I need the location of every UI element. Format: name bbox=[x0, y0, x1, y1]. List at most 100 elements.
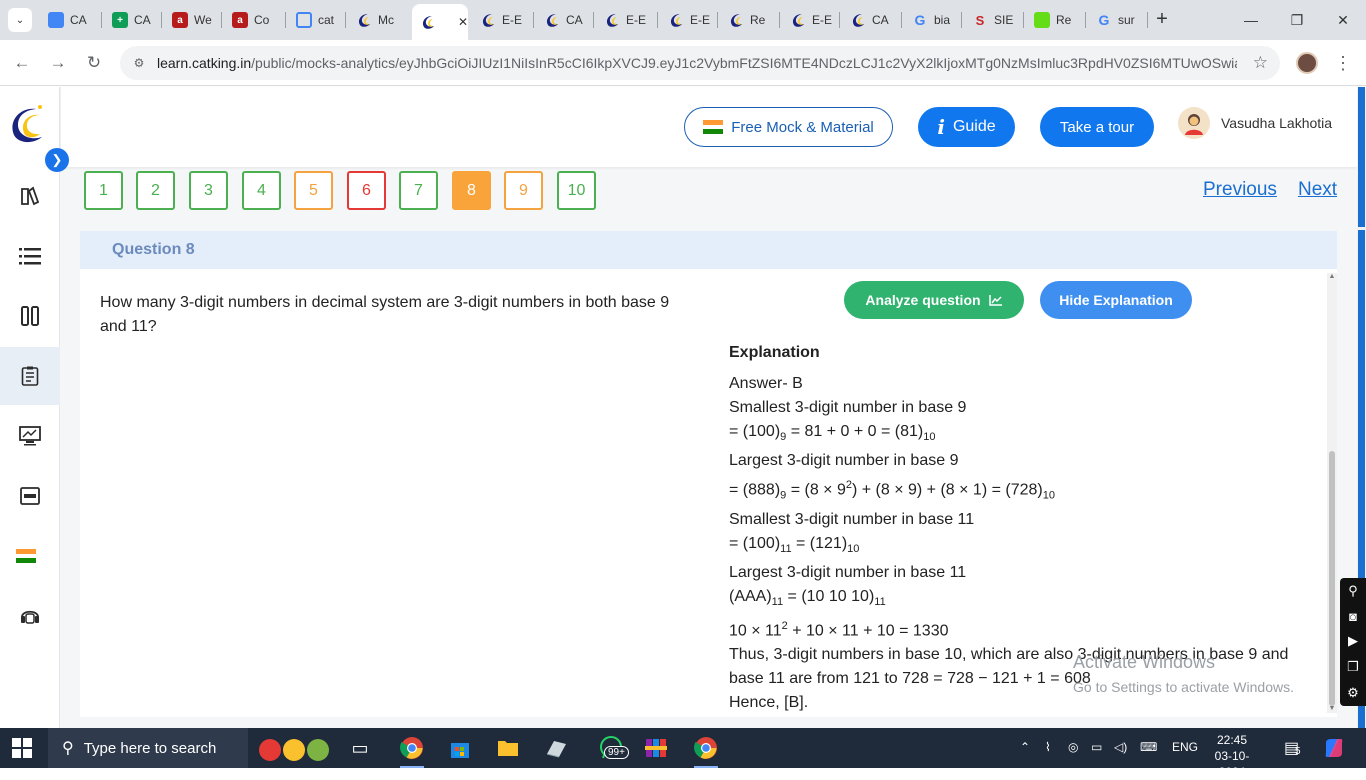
store-taskbar-icon[interactable] bbox=[440, 732, 480, 764]
taskbar-search[interactable]: ⚲ Type here to search bbox=[48, 728, 248, 768]
sidebar-expand-button[interactable]: ❯ bbox=[45, 148, 69, 172]
browser-tab[interactable]: Re bbox=[720, 6, 778, 34]
free-mock-button[interactable]: Free Mock & Material bbox=[684, 107, 893, 147]
tray-chevron-icon[interactable]: ⌃ bbox=[1020, 740, 1030, 754]
question-number-button[interactable]: 5 bbox=[294, 171, 333, 210]
scroll-down-arrow-icon[interactable]: ▼ bbox=[1328, 705, 1336, 713]
sidebar-item-support[interactable] bbox=[0, 587, 60, 645]
browser-tab[interactable]: CA bbox=[842, 6, 900, 34]
question-number-button[interactable]: 3 bbox=[189, 171, 228, 210]
reload-button[interactable]: ↻ bbox=[81, 50, 107, 76]
question-number-button[interactable]: 7 bbox=[399, 171, 438, 210]
catking-icon bbox=[668, 12, 684, 28]
india-flag-icon bbox=[703, 120, 724, 135]
browser-tab[interactable]: E-E bbox=[472, 6, 532, 34]
analyze-question-button[interactable]: Analyze question bbox=[844, 281, 1024, 319]
question-number-button[interactable]: 9 bbox=[504, 171, 543, 210]
browser-tab[interactable]: Mc bbox=[348, 6, 408, 34]
sidebar-item-classes[interactable] bbox=[0, 407, 60, 465]
question-number-button[interactable]: 4 bbox=[242, 171, 281, 210]
sidebar-item-ebook[interactable] bbox=[0, 467, 60, 525]
guide-button[interactable]: i Guide bbox=[918, 107, 1015, 147]
browser-menu-icon[interactable]: ⋮ bbox=[1334, 50, 1352, 76]
browser-tab[interactable]: + CA bbox=[104, 6, 160, 34]
browser-tab[interactable]: CA bbox=[40, 6, 100, 34]
settings-gear-icon[interactable]: ⚙ bbox=[1347, 685, 1359, 701]
user-name[interactable]: Vasudha Lakhotia bbox=[1221, 115, 1332, 131]
user-avatar[interactable] bbox=[1178, 107, 1210, 139]
meet-now-icon[interactable]: ◎ bbox=[1068, 740, 1078, 754]
tab-separator bbox=[533, 12, 534, 28]
minimize-button[interactable]: — bbox=[1228, 0, 1274, 40]
close-window-button[interactable]: ✕ bbox=[1320, 0, 1366, 40]
browser-tab[interactable]: S SIE bbox=[964, 6, 1022, 34]
battery-icon[interactable]: ▭ bbox=[1091, 740, 1102, 754]
browser-tab[interactable]: Re bbox=[1026, 6, 1084, 34]
restore-button[interactable]: ❐ bbox=[1274, 0, 1320, 40]
panel-scrollbar[interactable]: ▲ ▼ bbox=[1327, 273, 1337, 713]
clock-time: 22:45 bbox=[1216, 733, 1248, 747]
page-scroll-thumb[interactable] bbox=[1358, 87, 1365, 227]
url-text[interactable]: learn.catking.in/public/mocks-analytics/… bbox=[157, 55, 1237, 71]
back-button[interactable]: ← bbox=[9, 50, 35, 76]
volume-icon[interactable]: ◁) bbox=[1114, 740, 1127, 754]
file-explorer-taskbar-icon[interactable] bbox=[488, 732, 528, 764]
tab-search-button[interactable]: ⌄ bbox=[8, 8, 32, 32]
browser-tab[interactable]: Gsur bbox=[1088, 6, 1146, 34]
bookmark-star-icon[interactable]: ☆ bbox=[1253, 53, 1268, 73]
panel-scroll-thumb[interactable] bbox=[1329, 451, 1335, 706]
browser-tab[interactable]: a We bbox=[164, 6, 220, 34]
browser-tab[interactable]: cat bbox=[288, 6, 344, 34]
address-bar[interactable]: ⚙ learn.catking.in/public/mocks-analytic… bbox=[120, 46, 1280, 80]
camera-icon[interactable]: ◙ bbox=[1349, 609, 1357, 624]
winrar-taskbar-icon[interactable] bbox=[636, 732, 676, 764]
hide-explanation-button[interactable]: Hide Explanation bbox=[1040, 281, 1192, 319]
forward-button[interactable]: → bbox=[45, 50, 71, 76]
question-number-button[interactable]: 2 bbox=[136, 171, 175, 210]
clock[interactable]: 22:45 03-10-2024 bbox=[1206, 732, 1258, 780]
browser-tab[interactable]: E-E bbox=[596, 6, 656, 34]
window-icon[interactable]: ❐ bbox=[1347, 659, 1359, 675]
copilot-icon[interactable] bbox=[1314, 732, 1354, 764]
browser-tab[interactable]: E-E bbox=[782, 6, 838, 34]
browser-tab[interactable]: E-E bbox=[660, 6, 716, 34]
app-taskbar-icon[interactable] bbox=[536, 732, 576, 764]
browser-tab[interactable]: ✕ bbox=[412, 4, 468, 40]
network-icon[interactable]: ⌇ bbox=[1045, 740, 1051, 754]
catking-logo[interactable] bbox=[6, 101, 48, 145]
next-link[interactable]: Next bbox=[1298, 179, 1337, 201]
site-info-icon[interactable]: ⚙ bbox=[130, 54, 148, 72]
notification-center-icon[interactable]: ▤ 5 bbox=[1284, 738, 1301, 758]
sidebar-item-list[interactable] bbox=[0, 227, 60, 285]
browser-profile-avatar[interactable] bbox=[1296, 52, 1318, 74]
new-tab-button[interactable]: + bbox=[1150, 8, 1174, 32]
browser-tab[interactable]: Gbia bbox=[904, 6, 960, 34]
keyboard-icon[interactable]: ⌨ bbox=[1140, 740, 1157, 754]
close-tab-icon[interactable]: ✕ bbox=[458, 15, 468, 29]
previous-link[interactable]: Previous bbox=[1203, 179, 1277, 201]
chrome-profile-taskbar-icon[interactable] bbox=[686, 732, 726, 768]
scroll-up-arrow-icon[interactable]: ▲ bbox=[1328, 273, 1336, 281]
chrome-taskbar-icon[interactable] bbox=[392, 732, 432, 768]
browser-tab[interactable]: a Co bbox=[224, 6, 284, 34]
sidebar-item-books[interactable] bbox=[0, 167, 60, 225]
video-icon[interactable]: ▶ bbox=[1348, 633, 1358, 649]
sidebar-item-mocks[interactable] bbox=[0, 347, 60, 405]
task-view-icon[interactable]: ▭ bbox=[340, 732, 380, 764]
take-tour-button[interactable]: Take a tour bbox=[1040, 107, 1154, 147]
page-content: ❯ Free Mock & Material i Guide Take a to… bbox=[0, 87, 1366, 728]
pin-icon[interactable]: ⚲ bbox=[1348, 583, 1358, 599]
question-number-button[interactable]: 6 bbox=[347, 171, 386, 210]
browser-tab[interactable]: CA bbox=[536, 6, 592, 34]
whatsapp-taskbar-icon[interactable]: 99+ bbox=[590, 732, 634, 764]
sidebar-item-india[interactable] bbox=[0, 527, 60, 585]
activate-windows-watermark: Activate Windows Go to Settings to activ… bbox=[1073, 652, 1294, 695]
question-number-button[interactable]: 8 bbox=[452, 171, 491, 210]
winrar-icon bbox=[645, 739, 667, 757]
fruits-widget-icon[interactable] bbox=[252, 732, 336, 764]
windows-start-icon[interactable] bbox=[12, 738, 32, 758]
question-number-button[interactable]: 1 bbox=[84, 171, 123, 210]
question-number-button[interactable]: 10 bbox=[557, 171, 596, 210]
sidebar-item-columns[interactable] bbox=[0, 287, 60, 345]
language-indicator[interactable]: ENG bbox=[1172, 740, 1198, 754]
